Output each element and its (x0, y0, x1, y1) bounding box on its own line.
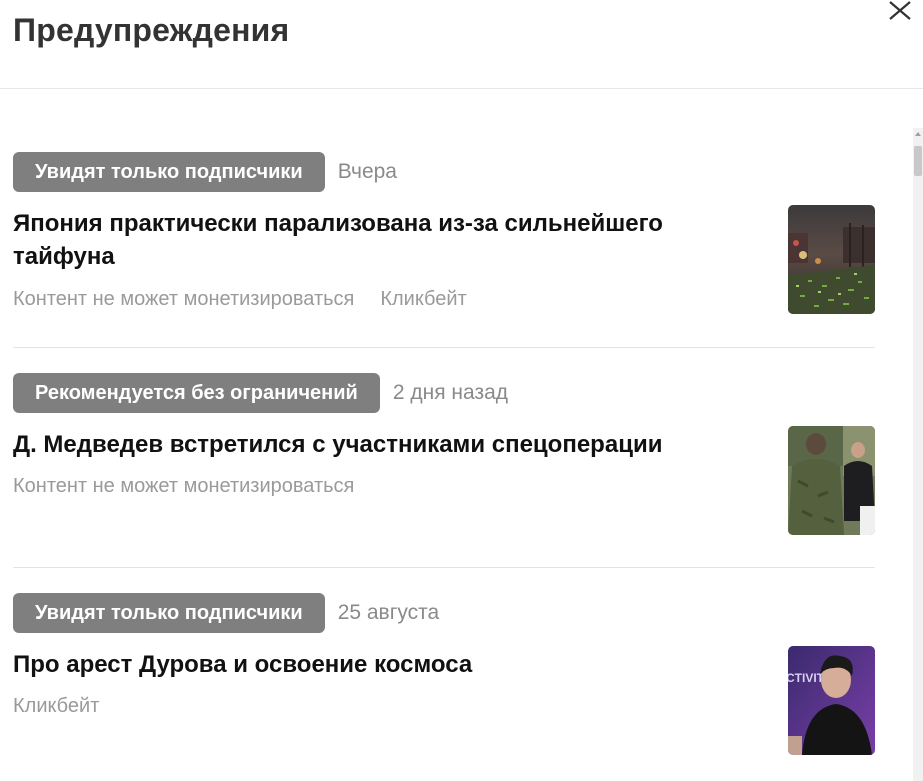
status-badge: Рекомендуется без ограничений (13, 373, 380, 413)
item-thumbnail[interactable] (788, 426, 875, 535)
item-tag: Кликбейт (380, 288, 467, 310)
item-tag: Кликбейт (13, 695, 100, 717)
item-tag: Контент не может монетизироваться (13, 288, 355, 310)
status-badge: Увидят только подписчики (13, 593, 325, 633)
page-title: Предупреждения (13, 12, 290, 48)
item-thumbnail[interactable] (788, 205, 875, 314)
scroll-up-arrow-icon[interactable] (915, 132, 921, 136)
item-headline[interactable]: Про арест Дурова и освоение космоса (13, 648, 753, 681)
list-item[interactable]: Увидят только подписчики 25 августа Про … (13, 593, 875, 781)
warnings-list: Увидят только подписчики Вчера Япония пр… (0, 89, 913, 781)
scrollbar-thumb[interactable] (914, 146, 922, 176)
item-headline[interactable]: Япония практически парализована из-за си… (13, 207, 753, 273)
divider (13, 347, 875, 348)
item-thumbnail[interactable]: CTIVIT (788, 646, 875, 755)
item-tags: Контент не может монетизироваться (13, 475, 354, 498)
item-tags: Контент не может монетизироваться Кликбей… (13, 288, 467, 311)
close-button[interactable] (884, 0, 916, 24)
scrollbar[interactable] (913, 128, 923, 781)
list-item[interactable]: Рекомендуется без ограничений 2 дня наза… (13, 373, 875, 568)
list-item[interactable]: Увидят только подписчики Вчера Япония пр… (13, 152, 875, 348)
item-date: Вчера (337, 160, 397, 183)
divider (13, 567, 875, 568)
portrait-image: CTIVIT (788, 646, 875, 755)
meeting-image (788, 426, 875, 535)
typhoon-street-image (788, 205, 875, 314)
item-date: 2 дня назад (392, 381, 509, 404)
close-icon (889, 1, 911, 20)
thumbnail-text: CTIVIT (788, 671, 825, 685)
item-headline[interactable]: Д. Медведев встретился с участниками спе… (13, 428, 753, 461)
item-tags: Кликбейт (13, 695, 99, 718)
status-badge: Увидят только подписчики (13, 152, 325, 192)
dialog-header: Предупреждения (0, 0, 923, 89)
item-date: 25 августа (337, 601, 440, 624)
item-tag: Контент не может монетизироваться (13, 475, 355, 497)
